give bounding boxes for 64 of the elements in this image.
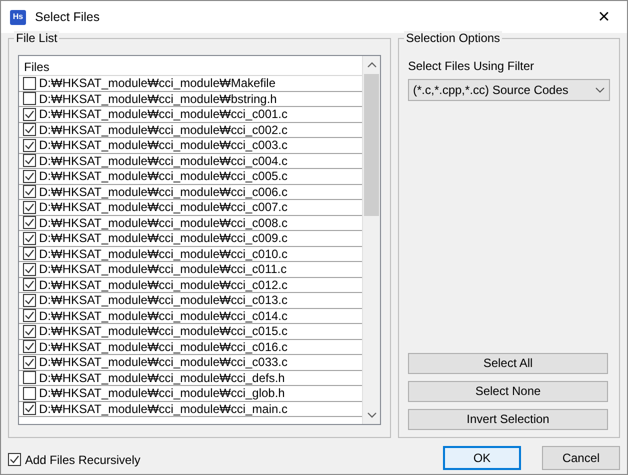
close-button[interactable]: × <box>581 1 627 33</box>
filter-label: Select Files Using Filter <box>408 59 536 74</box>
checkbox[interactable] <box>23 247 36 260</box>
checkbox[interactable] <box>23 76 36 90</box>
file-path: D:₩HKSAT_module₩cci_module₩cci_main.c <box>39 402 288 416</box>
checkbox[interactable] <box>23 170 36 183</box>
window-title: Select Files <box>35 10 100 24</box>
dialog-button[interactable]: Cancel <box>542 446 620 470</box>
file-path: D:₩HKSAT_module₩cci_module₩cci_c009.c <box>39 231 288 246</box>
file-path: D:₩HKSAT_module₩cci_module₩cci_c010.c <box>39 246 288 261</box>
scroll-down-icon[interactable] <box>366 410 376 420</box>
dialog-button[interactable]: OK <box>443 446 521 470</box>
checkbox[interactable] <box>23 340 36 354</box>
file-path: D:₩HKSAT_module₩cci_module₩cci_c005.c <box>39 169 288 184</box>
file-path: D:₩HKSAT_module₩cci_module₩cci_c014.c <box>39 308 288 323</box>
file-path: D:₩HKSAT_module₩cci_module₩cci_c013.c <box>39 293 288 308</box>
checkbox[interactable] <box>23 324 36 338</box>
selection-button[interactable]: Select All <box>408 353 608 374</box>
checkbox[interactable] <box>23 232 36 245</box>
checkbox[interactable] <box>23 216 36 230</box>
checkbox[interactable] <box>23 92 36 106</box>
app-icon: Hs <box>10 10 26 24</box>
checkbox[interactable] <box>23 108 36 121</box>
scroll-thumb[interactable] <box>364 74 379 216</box>
caret-icon <box>595 87 605 94</box>
checkbox[interactable] <box>23 154 36 168</box>
group-title: File List <box>14 31 60 46</box>
column-header: Files <box>19 56 362 76</box>
file-path: D:₩HKSAT_module₩cci_module₩cci_c002.c <box>39 122 288 137</box>
checkbox-label: Add Files Recursively <box>25 452 140 468</box>
checkbox[interactable] <box>23 386 36 400</box>
checkbox[interactable] <box>23 200 36 214</box>
file-path: D:₩HKSAT_module₩cci_module₩cci_defs.h <box>39 370 285 385</box>
file-path: D:₩HKSAT_module₩cci_module₩bstring.h <box>39 92 277 106</box>
file-path: D:₩HKSAT_module₩cci_module₩cci_c004.c <box>39 154 288 168</box>
checkbox[interactable] <box>23 278 36 292</box>
file-path: D:₩HKSAT_module₩cci_module₩cci_c003.c <box>39 138 288 152</box>
file-path: D:₩HKSAT_module₩cci_module₩cci_c033.c <box>39 355 288 370</box>
checkbox[interactable] <box>23 402 36 416</box>
file-path: D:₩HKSAT_module₩cci_module₩Makefile <box>39 76 276 90</box>
checkbox[interactable] <box>23 185 36 198</box>
file-path: D:₩HKSAT_module₩cci_module₩cci_c008.c <box>39 216 288 230</box>
file-path: D:₩HKSAT_module₩cci_module₩cci_c016.c <box>39 340 288 354</box>
file-path: D:₩HKSAT_module₩cci_module₩cci_c012.c <box>39 278 288 292</box>
file-path: D:₩HKSAT_module₩cci_module₩cci_c006.c <box>39 184 288 199</box>
checkbox[interactable] <box>23 138 36 152</box>
checkbox[interactable] <box>23 294 36 307</box>
file-path: D:₩HKSAT_module₩cci_module₩cci_c001.c <box>39 107 288 122</box>
group-title: Selection Options <box>404 31 502 46</box>
checkbox[interactable] <box>23 123 36 136</box>
file-path: D:₩HKSAT_module₩cci_module₩cci_c015.c <box>39 324 288 338</box>
selection-button[interactable]: Select None <box>408 381 608 402</box>
checkbox[interactable] <box>8 453 21 466</box>
file-path: D:₩HKSAT_module₩cci_module₩cci_c011.c <box>39 262 287 276</box>
checkbox[interactable] <box>23 356 36 369</box>
scrollbar[interactable] <box>362 56 380 424</box>
file-path: D:₩HKSAT_module₩cci_module₩cci_glob.h <box>39 386 285 400</box>
checkbox[interactable] <box>23 309 36 322</box>
file-path: D:₩HKSAT_module₩cci_module₩cci_c007.c <box>39 200 288 214</box>
selection-button[interactable]: Invert Selection <box>408 409 608 430</box>
checkbox[interactable] <box>23 262 36 276</box>
scroll-up-icon[interactable] <box>366 60 376 70</box>
checkbox[interactable] <box>23 371 36 384</box>
filter-dropdown[interactable]: (*.c,*.cpp,*.cc) Source Codes <box>408 79 610 102</box>
